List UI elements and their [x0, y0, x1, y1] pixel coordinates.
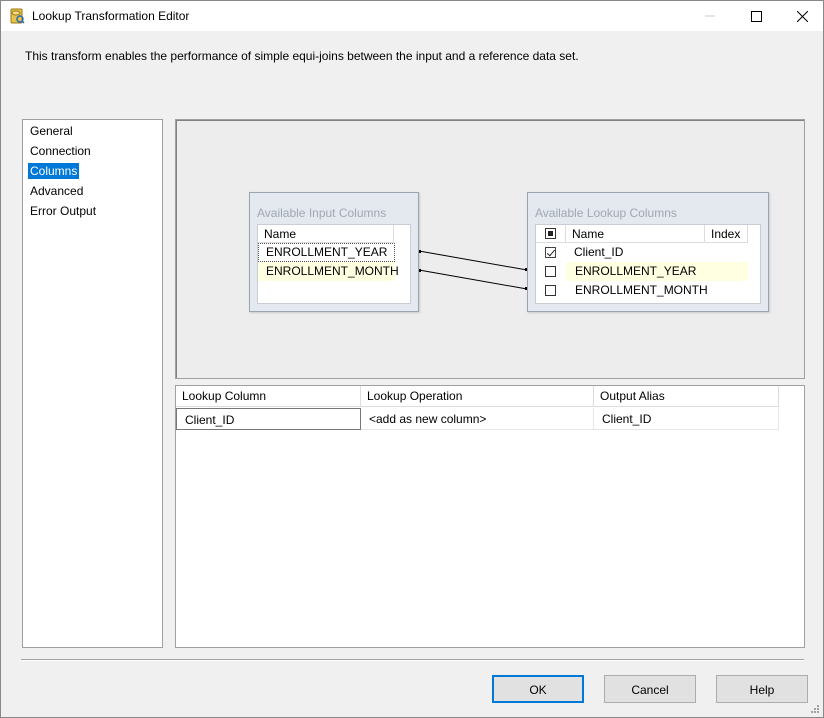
select-all-checkbox[interactable]: [545, 228, 556, 239]
input-column-name: ENROLLMENT_YEAR: [266, 245, 388, 259]
input-column-row[interactable]: ENROLLMENT_YEAR: [258, 243, 395, 262]
join-line-month: [418, 269, 528, 290]
nav-item-columns[interactable]: Columns: [28, 163, 80, 179]
lookup-operation-cell[interactable]: <add as new column>: [361, 408, 594, 430]
lookup-column-checkbox[interactable]: [545, 266, 556, 277]
lookup-transform-icon: [10, 8, 25, 24]
cancel-button[interactable]: Cancel: [604, 675, 696, 703]
window-title: Lookup Transformation Editor: [32, 9, 190, 23]
nav-item-advanced[interactable]: Advanced: [28, 183, 85, 199]
resize-grip-icon[interactable]: [810, 704, 820, 714]
maximize-icon: [750, 10, 762, 22]
input-columns-name-header[interactable]: Name: [258, 225, 394, 243]
lookup-column-name: ENROLLMENT_YEAR: [575, 264, 697, 278]
minimize-button[interactable]: [687, 1, 733, 31]
lookup-operation-header[interactable]: Lookup Operation: [361, 386, 594, 407]
lookup-column-name: ENROLLMENT_MONTH: [575, 283, 708, 297]
nav-item-error-output[interactable]: Error Output: [28, 203, 98, 219]
lookup-columns-name-header[interactable]: Name: [566, 225, 705, 243]
lookup-column-header[interactable]: Lookup Column: [176, 386, 361, 407]
title-bar[interactable]: Lookup Transformation Editor: [1, 1, 823, 31]
lookup-column-checkbox[interactable]: [545, 285, 556, 296]
lookup-column-row[interactable]: Client_ID: [536, 243, 748, 262]
close-icon: [796, 10, 808, 22]
lookup-column-highlight: ENROLLMENT_YEAR: [566, 262, 748, 281]
input-column-name: ENROLLMENT_MONTH: [266, 264, 399, 278]
lookup-column-cell[interactable]: Client_ID: [176, 408, 361, 430]
lookup-transformation-editor-window: Lookup Transformation Editor This transf…: [0, 0, 824, 718]
transform-description: This transform enables the performance o…: [25, 49, 579, 63]
available-lookup-columns-panel[interactable]: Available Lookup Columns Name Index Clie…: [527, 192, 769, 312]
lookup-column-checkbox[interactable]: [545, 247, 556, 258]
output-alias-header[interactable]: Output Alias: [594, 386, 779, 407]
lookup-column-row[interactable]: ENROLLMENT_YEAR: [536, 262, 748, 281]
available-input-columns-panel[interactable]: Available Input Columns Name ENROLLMENT_…: [249, 192, 419, 312]
nav-item-connection[interactable]: Connection: [28, 143, 93, 159]
available-lookup-columns-title: Available Lookup Columns: [535, 206, 677, 220]
maximize-button[interactable]: [733, 1, 779, 31]
lookup-columns-grid[interactable]: Name Index Client_ID ENROLLMENT_YEAR ENR…: [535, 224, 761, 304]
column-mapping-canvas[interactable]: Available Input Columns Name ENROLLMENT_…: [175, 119, 805, 379]
output-alias-cell[interactable]: Client_ID: [594, 408, 779, 430]
help-button[interactable]: Help: [716, 675, 808, 703]
minimize-icon: [705, 15, 715, 17]
lookup-column-row[interactable]: ENROLLMENT_MONTH: [536, 281, 748, 300]
page-navigation-list[interactable]: General Connection Columns Advanced Erro…: [22, 119, 163, 648]
nav-item-general[interactable]: General: [28, 123, 75, 139]
lookup-columns-index-header[interactable]: Index: [705, 225, 748, 243]
input-columns-grid[interactable]: Name ENROLLMENT_YEAR ENROLLMENT_MONTH: [257, 224, 411, 304]
lookup-mapping-grid[interactable]: Lookup Column Lookup Operation Output Al…: [175, 385, 805, 648]
available-input-columns-title: Available Input Columns: [257, 206, 387, 220]
close-button[interactable]: [779, 1, 824, 31]
lookup-column-name: Client_ID: [574, 245, 624, 259]
ok-button[interactable]: OK: [492, 675, 584, 703]
button-separator: [21, 659, 804, 661]
input-column-row[interactable]: ENROLLMENT_MONTH: [258, 262, 399, 281]
select-all-header[interactable]: [536, 225, 566, 243]
join-line-year: [418, 250, 528, 271]
